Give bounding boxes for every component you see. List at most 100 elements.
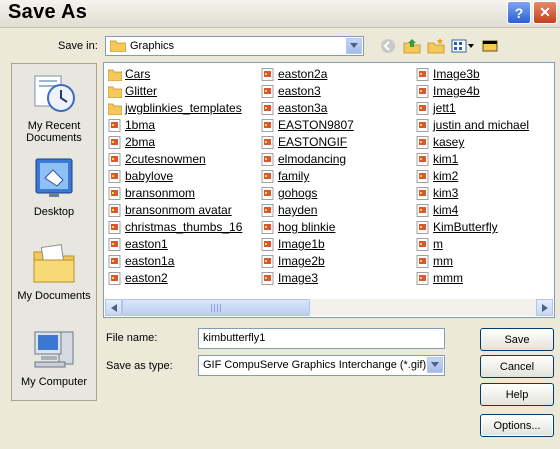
file-item[interactable]: kim1 [416,151,458,167]
chevron-left-icon [110,303,117,312]
folder-item[interactable]: Glitter [108,83,157,99]
file-item[interactable]: justin and michael [416,117,529,133]
file-item[interactable]: family [261,168,309,184]
file-item[interactable]: Image3b [416,66,480,82]
file-item[interactable]: EASTONGIF [261,134,347,150]
question-icon: ? [514,4,524,21]
file-item[interactable]: christmas_thumbs_16 [108,219,242,235]
image-file-icon [416,101,429,115]
place-my-computer[interactable]: My Computer [12,326,96,388]
image-file-icon [261,152,274,166]
file-item[interactable]: KimButterfly [416,219,498,235]
file-item[interactable]: 2bma [108,134,155,150]
file-item[interactable]: 2cutesnowmen [108,151,206,167]
folder-item[interactable]: Cars [108,66,150,82]
file-item[interactable]: hayden [261,202,317,218]
image-file-icon [261,203,274,217]
new-folder-icon [427,38,445,54]
scroll-right-button[interactable] [536,299,553,316]
place-desktop[interactable]: Desktop [12,156,96,218]
scrollbar-thumb[interactable] [122,299,310,316]
file-item[interactable]: gohogs [261,185,317,201]
file-item[interactable]: easton1a [108,253,174,269]
file-name-input[interactable]: kimbutterfly1 [198,328,445,349]
folder-icon [108,86,122,98]
cancel-button[interactable]: Cancel [480,355,554,378]
file-item[interactable]: 1bma [108,117,155,133]
image-file-icon [108,118,121,132]
file-item[interactable]: m [416,236,443,252]
file-name: bransonmom avatar [125,203,232,217]
file-name: easton1a [125,254,175,268]
close-icon: ✕ [539,4,551,20]
file-item[interactable]: easton3a [261,100,327,116]
file-item[interactable]: easton3 [261,83,321,99]
place-my-documents[interactable]: My Documents [12,240,96,302]
places-bar: My Recent Documents Desktop My Documents… [11,63,97,401]
file-item[interactable]: babylove [108,168,173,184]
file-name: babylove [125,169,174,183]
file-name: 2bma [125,135,156,149]
image-file-icon [416,118,429,132]
save-as-type-dropdown[interactable]: GIF CompuServe Graphics Interchange (*.g… [198,355,445,376]
file-name: kim3 [433,186,459,200]
file-item[interactable]: easton1 [108,236,168,252]
file-item[interactable]: mm [416,253,453,269]
image-file-icon [261,254,274,268]
save-in-value: Graphics [130,40,175,52]
file-item[interactable]: jett1 [416,100,456,116]
image-file-icon [416,271,429,285]
back-button[interactable] [378,37,398,55]
file-item[interactable]: kim2 [416,168,458,184]
options-button[interactable]: Options... [480,414,554,437]
file-name: elmodancing [278,152,347,166]
folder-icon [108,69,122,81]
file-name: EASTONGIF [278,135,348,149]
file-item[interactable]: easton2 [108,270,168,286]
file-name: Image3b [433,67,480,81]
file-name: m [433,237,443,251]
file-item[interactable]: kim3 [416,185,458,201]
file-item[interactable]: bransonmom avatar [108,202,232,218]
help-title-button[interactable]: ? [507,1,531,24]
horizontal-scrollbar[interactable] [105,299,553,316]
file-item[interactable]: Image3 [261,270,318,286]
chevron-down-icon[interactable] [427,357,443,373]
views-menu-button[interactable] [450,37,476,55]
image-file-icon [416,186,429,200]
help-button[interactable]: Help [480,383,554,406]
file-item[interactable]: kim4 [416,202,458,218]
chevron-down-icon[interactable] [346,38,362,54]
file-name: hayden [278,203,318,217]
file-list[interactable]: Cars Glitter jwgblinkies_templates 1bma 2bma… [103,62,555,318]
scroll-left-button[interactable] [105,299,122,316]
file-item[interactable]: Image4b [416,83,480,99]
save-button[interactable]: Save [480,328,554,351]
file-item[interactable]: elmodancing [261,151,346,167]
file-item[interactable]: bransonmom [108,185,195,201]
new-folder-button[interactable] [426,37,446,55]
file-name: easton2 [125,271,168,285]
folder-item[interactable]: jwgblinkies_templates [108,100,242,116]
file-name: Image4b [433,84,480,98]
save-in-dropdown[interactable]: Graphics [105,36,364,56]
file-item[interactable]: kasey [416,134,464,150]
file-name: kasey [433,135,465,149]
chevron-right-icon [541,303,548,312]
my-documents-icon [33,244,75,283]
file-item[interactable]: mmm [416,270,463,286]
file-name: kim4 [433,203,459,217]
file-item[interactable]: Image1b [261,236,325,252]
place-my-recent-documents[interactable]: My Recent Documents [12,70,96,144]
close-button[interactable]: ✕ [533,1,557,24]
tools-menu-button[interactable] [480,37,500,55]
file-item[interactable]: easton2a [261,66,327,82]
up-folder-button[interactable] [402,37,422,55]
file-item[interactable]: hog blinkie [261,219,335,235]
file-name: Image3 [278,271,319,285]
file-item[interactable]: Image2b [261,253,325,269]
image-file-icon [108,203,121,217]
image-file-icon [261,135,274,149]
file-name: mm [433,254,453,268]
file-item[interactable]: EASTON9807 [261,117,354,133]
